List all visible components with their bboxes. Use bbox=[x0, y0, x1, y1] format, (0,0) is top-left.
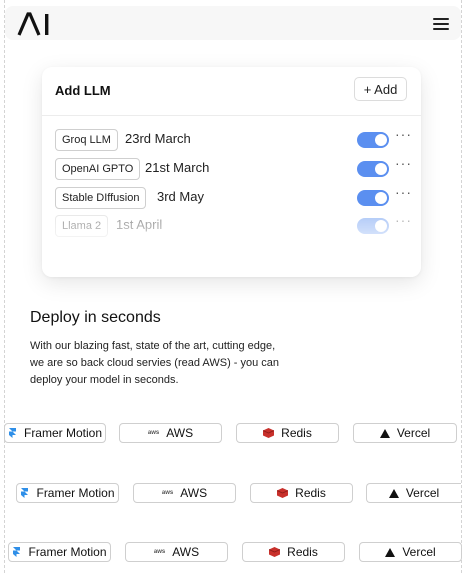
more-options-icon[interactable]: ··· bbox=[395, 126, 412, 142]
llm-enable-toggle[interactable] bbox=[357, 218, 389, 234]
redis-icon bbox=[269, 547, 281, 557]
frame-guide-left bbox=[4, 0, 5, 573]
llm-date: 21st March bbox=[145, 160, 210, 175]
redis-icon bbox=[277, 488, 289, 498]
llm-row: Stable DIffusion 3rd May ··· bbox=[55, 184, 412, 209]
tech-pill-vercel: Vercel bbox=[366, 483, 461, 503]
tech-pill-framer-motion: Framer Motion bbox=[8, 542, 111, 562]
pill-label: AWS bbox=[180, 486, 208, 500]
llm-enable-toggle[interactable] bbox=[357, 161, 389, 177]
add-llm-button[interactable]: + Add bbox=[354, 77, 407, 101]
pill-label: Framer Motion bbox=[23, 426, 103, 440]
aws-icon: aws bbox=[147, 430, 160, 436]
pill-label: Framer Motion bbox=[36, 486, 115, 500]
add-llm-card: Add LLM + Add Groq LLM 23rd March ··· Op… bbox=[42, 67, 421, 277]
toggle-knob bbox=[375, 192, 387, 204]
pill-label: Redis bbox=[295, 486, 326, 500]
hamburger-menu-icon[interactable] bbox=[433, 15, 449, 31]
tech-pill-redis: Redis bbox=[236, 423, 339, 443]
more-options-icon[interactable]: ··· bbox=[395, 155, 412, 171]
llm-row: OpenAI GPTO 21st March ··· bbox=[55, 155, 412, 180]
framer-motion-icon bbox=[21, 488, 29, 498]
toggle-knob bbox=[375, 163, 387, 175]
llm-row: Llama 2 1st April ··· bbox=[55, 212, 412, 237]
llm-row: Groq LLM 23rd March ··· bbox=[55, 126, 412, 151]
aws-icon: aws bbox=[153, 549, 166, 555]
llm-date: 1st April bbox=[116, 217, 163, 232]
card-header: Add LLM + Add bbox=[42, 67, 421, 116]
ai-logo[interactable] bbox=[17, 11, 53, 37]
tech-pill-aws: aws AWS bbox=[133, 483, 236, 503]
framer-motion-icon bbox=[13, 547, 21, 557]
llm-tag[interactable]: Llama 2 bbox=[55, 215, 109, 237]
pill-label: AWS bbox=[172, 545, 200, 559]
pill-label: Vercel bbox=[402, 545, 436, 559]
pill-label: AWS bbox=[166, 426, 194, 440]
llm-enable-toggle[interactable] bbox=[357, 190, 389, 206]
more-options-icon[interactable]: ··· bbox=[395, 212, 412, 228]
deploy-description: With our blazing fast, state of the art,… bbox=[30, 340, 280, 386]
tech-pill-aws: aws AWS bbox=[119, 423, 222, 443]
vercel-icon bbox=[385, 547, 396, 557]
deploy-heading: Deploy in seconds bbox=[30, 309, 161, 326]
pill-label: Vercel bbox=[405, 486, 440, 500]
more-options-icon[interactable]: ··· bbox=[395, 184, 412, 200]
llm-enable-toggle[interactable] bbox=[357, 132, 389, 148]
tech-pill-vercel: Vercel bbox=[353, 423, 457, 443]
tech-pill-redis: Redis bbox=[250, 483, 353, 503]
llm-date: 23rd March bbox=[125, 131, 191, 146]
frame-guide-right bbox=[461, 0, 462, 573]
tech-pill-aws: aws AWS bbox=[125, 542, 228, 562]
llm-date: 3rd May bbox=[157, 189, 204, 204]
tech-pill-framer-motion: Framer Motion bbox=[4, 423, 106, 443]
vercel-icon bbox=[388, 488, 399, 498]
tech-pill-vercel: Vercel bbox=[359, 542, 462, 562]
vercel-icon bbox=[379, 428, 390, 438]
framer-motion-icon bbox=[8, 428, 16, 438]
toggle-knob bbox=[375, 220, 387, 232]
tech-pill-redis: Redis bbox=[242, 542, 345, 562]
pill-label: Redis bbox=[281, 426, 312, 440]
tech-pill-framer-motion: Framer Motion bbox=[16, 483, 119, 503]
card-title: Add LLM bbox=[55, 83, 111, 98]
top-navbar bbox=[5, 6, 461, 40]
toggle-knob bbox=[375, 134, 387, 146]
llm-tag[interactable]: Stable DIffusion bbox=[55, 187, 147, 209]
redis-icon bbox=[263, 428, 275, 438]
llm-tag[interactable]: OpenAI GPTO bbox=[55, 158, 141, 180]
aws-icon: aws bbox=[161, 490, 174, 496]
llm-tag[interactable]: Groq LLM bbox=[55, 129, 118, 151]
pill-label: Framer Motion bbox=[28, 545, 107, 559]
pill-label: Vercel bbox=[396, 426, 431, 440]
pill-label: Redis bbox=[287, 545, 318, 559]
